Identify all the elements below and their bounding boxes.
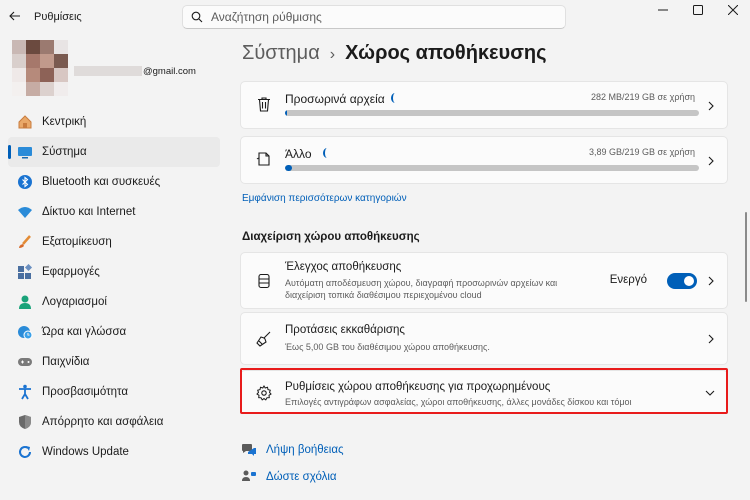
cleanup-recommendations-card[interactable]: Προτάσεις εκκαθάρισης Έως 5,00 GB του δι… <box>240 312 728 365</box>
loading-spinner-icon <box>391 93 399 103</box>
home-icon <box>16 113 34 131</box>
storage-category-size: 282 MB/219 GB σε χρήση <box>590 92 695 102</box>
section-title-storage-management: Διαχείριση χώρου αποθήκευσης <box>242 231 420 243</box>
back-button[interactable] <box>6 6 24 26</box>
help-icon <box>240 443 258 457</box>
storage-usage-bar <box>285 110 699 116</box>
chevron-down-icon <box>705 390 715 396</box>
sidebar-item-apps[interactable]: Εφαρμογές <box>8 257 220 287</box>
sidebar-item-time-language[interactable]: Ώρα και γλώσσα <box>8 317 220 347</box>
user-email: @gmail.com <box>74 66 196 77</box>
breadcrumb: Σύστημα › Χώρος αποθήκευσης <box>242 42 547 65</box>
scrollbar[interactable] <box>745 212 747 302</box>
page-title: Χώρος αποθήκευσης <box>345 42 547 64</box>
minimize-button[interactable] <box>645 0 680 20</box>
arrow-left-icon <box>9 11 20 21</box>
show-more-categories-link[interactable]: Εμφάνιση περισσότερων κατηγοριών <box>242 193 407 204</box>
chevron-right-icon <box>708 156 714 166</box>
accessibility-icon <box>16 383 34 401</box>
get-help-link[interactable]: Λήψη βοήθειας <box>240 443 344 457</box>
search-box[interactable] <box>182 5 566 29</box>
gear-icon <box>255 384 273 402</box>
sidebar-item-network[interactable]: Δίκτυο και Internet <box>8 197 220 227</box>
option-title: Ρυθμίσεις χώρου αποθήκευσης για προχωρημ… <box>285 381 551 393</box>
sidebar-item-bluetooth[interactable]: Bluetooth και συσκευές <box>8 167 220 197</box>
globe-clock-icon <box>16 323 34 341</box>
close-button[interactable] <box>715 0 750 20</box>
sidebar-item-home[interactable]: Κεντρική <box>8 107 220 137</box>
maximize-button[interactable] <box>680 0 715 20</box>
sidebar-item-personalization[interactable]: Εξατομίκευση <box>8 227 220 257</box>
storage-temp-files-card[interactable]: Προσωρινά αρχεία 282 MB/219 GB σε χρήση <box>240 81 728 129</box>
storage-usage-fill <box>285 110 288 116</box>
avatar <box>12 40 68 96</box>
minimize-icon <box>657 9 668 11</box>
option-title: Προτάσεις εκκαθάρισης <box>285 324 405 336</box>
title-bar: Ρυθμίσεις <box>0 0 750 34</box>
breadcrumb-separator: › <box>329 46 336 63</box>
sidebar-item-system[interactable]: Σύστημα <box>8 137 220 167</box>
storage-category-label: Προσωρινά αρχεία <box>285 92 385 106</box>
shield-icon <box>16 413 34 431</box>
sidebar-nav: Κεντρική Σύστημα Bluetooth και συσκευές … <box>8 107 220 467</box>
loading-spinner-icon <box>323 148 331 158</box>
option-description-line2: διαχείριση τοπικά διαθέσιμου περιεχομένο… <box>285 290 482 300</box>
storage-category-size: 3,89 GB/219 GB σε χρήση <box>588 147 695 157</box>
sidebar-item-accessibility[interactable]: Προσβασιμότητα <box>8 377 220 407</box>
update-icon <box>16 443 34 461</box>
broom-icon <box>255 330 273 348</box>
wifi-icon <box>16 203 34 221</box>
app-title: Ρυθμίσεις <box>34 11 82 23</box>
apps-icon <box>16 263 34 281</box>
storage-usage-fill <box>285 165 293 171</box>
close-icon <box>727 5 738 15</box>
email-redacted <box>74 66 142 77</box>
storage-sense-card[interactable]: Έλεγχος αποθήκευσης Αυτόματη αποδέσμευση… <box>240 252 728 309</box>
window-controls <box>645 0 750 20</box>
feedback-icon <box>240 469 258 485</box>
option-description-line1: Αυτόματη αποδέσμευση χώρου, διαγραφή προ… <box>285 278 558 288</box>
sidebar-item-windows-update[interactable]: Windows Update <box>8 437 220 467</box>
gamepad-icon <box>16 353 34 371</box>
sidebar-item-gaming[interactable]: Παιχνίδια <box>8 347 220 377</box>
storage-sense-toggle[interactable] <box>667 273 697 289</box>
storage-usage-bar <box>285 165 699 171</box>
storage-drive-icon <box>255 272 273 290</box>
option-description: Έως 5,00 GB του διαθέσιμου χώρου αποθήκε… <box>285 342 490 352</box>
sidebar-item-privacy-security[interactable]: Απόρρητο και ασφάλεια <box>8 407 220 437</box>
search-input[interactable] <box>211 10 551 24</box>
option-title: Έλεγχος αποθήκευσης <box>285 261 402 273</box>
user-profile[interactable]: @gmail.com <box>12 40 196 96</box>
brush-icon <box>16 233 34 251</box>
give-feedback-link[interactable]: Δώστε σχόλια <box>240 469 337 485</box>
file-icon <box>255 150 273 168</box>
chevron-right-icon <box>708 334 714 344</box>
trash-icon <box>255 95 273 113</box>
advanced-storage-settings-card[interactable]: Ρυθμίσεις χώρου αποθήκευσης για προχωρημ… <box>240 370 728 414</box>
storage-other-card[interactable]: Άλλο 3,89 GB/219 GB σε χρήση <box>240 136 728 184</box>
system-icon <box>16 143 34 161</box>
account-icon <box>16 293 34 311</box>
storage-category-label: Άλλο <box>285 147 312 161</box>
toggle-state-label: Ενεργό <box>609 274 647 286</box>
search-icon <box>183 11 211 23</box>
chevron-right-icon <box>708 101 714 111</box>
bluetooth-icon <box>16 173 34 191</box>
chevron-right-icon <box>708 276 714 286</box>
maximize-icon <box>692 5 703 15</box>
breadcrumb-root[interactable]: Σύστημα <box>242 42 320 64</box>
option-description: Επιλογές αντιγράφων ασφαλείας, χώροι απο… <box>285 397 632 407</box>
sidebar-item-accounts[interactable]: Λογαριασμοί <box>8 287 220 317</box>
